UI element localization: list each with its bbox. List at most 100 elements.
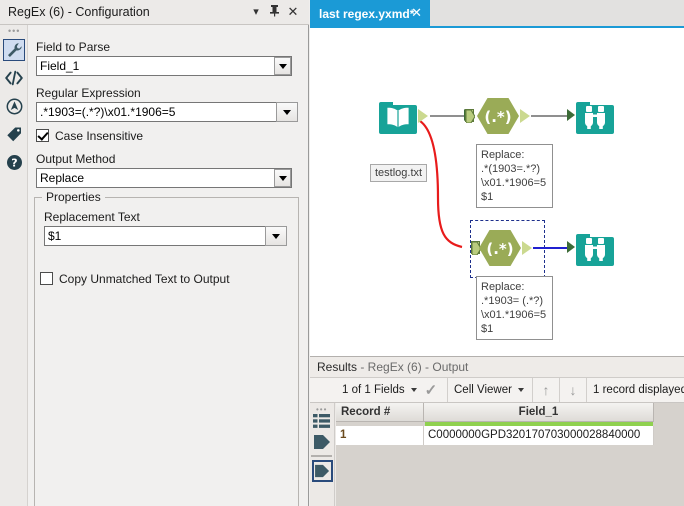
results-rail: •••	[310, 403, 335, 506]
replacement-text-dropdown-arrow[interactable]	[265, 226, 287, 246]
list-view-icon	[313, 414, 330, 428]
output-method-select[interactable]: Replace	[36, 168, 292, 188]
svg-text:?: ?	[11, 156, 17, 169]
chevron-down-icon	[278, 175, 287, 181]
results-title: Results - RegEx (6) - Output	[317, 360, 468, 374]
workspace-area: last regex.yxmd* ✕ testlog.txt (.*) Repl…	[310, 0, 684, 506]
rail-list-view[interactable]	[313, 413, 331, 432]
open-book-icon	[379, 102, 417, 134]
column-header-record[interactable]: Record #	[336, 403, 424, 422]
cell-record-number: 1	[336, 426, 424, 445]
config-icon-rail: ••• ?	[0, 25, 28, 506]
arrow-into-browse1	[567, 109, 575, 121]
properties-legend: Properties	[42, 190, 105, 204]
chevron-down-icon	[283, 109, 291, 115]
results-panel: Results - RegEx (6) - Output 1 of 1 Fiel…	[310, 356, 684, 506]
output-method-label: Output Method	[36, 152, 116, 166]
regular-expression-label: Regular Expression	[36, 86, 141, 100]
regular-expression-input[interactable]: .*1903=(.*?)\x01.*1906=5	[36, 102, 277, 122]
connection-regex1-to-browse1	[531, 115, 569, 117]
rail-input-anchor[interactable]	[314, 434, 331, 453]
connection-regex2-to-browse2	[533, 247, 569, 249]
tab-close-icon[interactable]: ✕	[411, 5, 422, 21]
check-icon[interactable]: ✓	[425, 381, 438, 399]
record-count-label: 1 record displayed	[593, 384, 684, 396]
help-icon: ?	[6, 154, 23, 171]
configuration-panel: RegEx (6) - Configuration ▾ ✕ ••• ? Fiel…	[0, 0, 309, 506]
regex1-input-anchor[interactable]	[465, 109, 476, 124]
output-method-dropdown-arrow[interactable]	[274, 169, 291, 187]
regex1-output-anchor[interactable]	[520, 109, 530, 123]
chevron-down-icon	[517, 388, 524, 392]
copy-unmatched-checkbox[interactable]	[40, 272, 53, 285]
svg-text:(.*): (.*)	[484, 108, 511, 126]
node-input-data[interactable]	[378, 96, 418, 136]
compass-icon	[6, 98, 23, 115]
wrench-icon	[6, 42, 23, 59]
rail-item-help[interactable]: ?	[3, 151, 25, 173]
case-insensitive-label: Case Insensitive	[55, 128, 144, 143]
input-data-output-anchor[interactable]	[418, 109, 428, 123]
replacement-text-input[interactable]: $1	[44, 226, 266, 246]
rail-item-wrench[interactable]	[3, 39, 25, 61]
drag-grip-icon: •••	[8, 26, 21, 36]
tag-icon	[6, 126, 23, 143]
rail-item-code[interactable]	[3, 67, 25, 89]
copy-unmatched-checkbox-row[interactable]: Copy Unmatched Text to Output	[40, 271, 230, 286]
scroll-down-button[interactable]: ↓	[560, 378, 587, 402]
annotation-regex-2: Replace: .*1903= (.*?) \x01.*1906=5 $1	[476, 276, 553, 340]
results-title-main: Results	[317, 360, 358, 374]
view-mode-selector[interactable]: Cell Viewer	[448, 378, 533, 402]
copy-unmatched-label: Copy Unmatched Text to Output	[59, 271, 230, 286]
regex2-output-anchor[interactable]	[522, 241, 532, 255]
alteryx-designer-window: RegEx (6) - Configuration ▾ ✕ ••• ? Fiel…	[0, 0, 684, 506]
chevron-down-icon[interactable]: ▾	[248, 4, 264, 20]
node-regex-2[interactable]: (.*)	[478, 228, 522, 268]
close-icon[interactable]: ✕	[285, 4, 301, 20]
field-to-parse-input[interactable]: Field_1	[36, 56, 292, 76]
code-icon	[5, 70, 23, 86]
results-title-detail: - RegEx (6) - Output	[357, 360, 469, 374]
cell-field1-value: C0000000GPD320170703000028840000	[424, 426, 654, 445]
tab-label: last regex.yxmd*	[319, 6, 415, 21]
column-header-field1[interactable]: Field_1	[424, 403, 654, 422]
binoculars-icon	[576, 102, 614, 134]
field-to-parse-label: Field to Parse	[36, 40, 111, 54]
rail-item-tag[interactable]	[3, 123, 25, 145]
fields-selector[interactable]: 1 of 1 Fields ✓	[336, 378, 448, 402]
workflow-tabstrip: last regex.yxmd* ✕	[310, 0, 684, 27]
node-input-data-label: testlog.txt	[370, 164, 428, 182]
node-browse-1[interactable]	[575, 96, 615, 136]
input-anchor-icon	[314, 435, 330, 449]
pin-glyph	[269, 5, 279, 17]
rail-output-anchor[interactable]	[312, 460, 333, 482]
svg-text:(.*): (.*)	[486, 240, 513, 258]
chevron-down-icon	[272, 233, 280, 239]
regex-hexagon-icon: (.*)	[479, 230, 521, 266]
tab-last-regex[interactable]: last regex.yxmd* ✕	[310, 0, 430, 27]
workflow-canvas[interactable]: testlog.txt (.*) Replace: .*(1903=.*?) \…	[310, 27, 684, 356]
regex-hexagon-icon: (.*)	[477, 98, 519, 134]
pin-icon[interactable]	[266, 4, 282, 20]
connection-input-to-regex1	[430, 115, 465, 117]
binoculars-icon	[576, 234, 614, 266]
results-toolbar: 1 of 1 Fields ✓ Cell Viewer ↑ ↓ 1 record…	[310, 378, 684, 403]
chevron-down-icon	[278, 63, 287, 69]
field-to-parse-dropdown-arrow[interactable]	[274, 57, 291, 75]
case-insensitive-checkbox-row[interactable]: Case Insensitive	[36, 128, 143, 143]
rail-item-compass[interactable]	[3, 95, 25, 117]
replacement-text-label: Replacement Text	[44, 210, 140, 224]
regular-expression-dropdown-arrow[interactable]	[276, 102, 298, 122]
output-anchor-icon	[315, 464, 330, 478]
configuration-title: RegEx (6) - Configuration	[8, 5, 150, 19]
view-mode-label: Cell Viewer	[454, 384, 512, 396]
scroll-up-button[interactable]: ↑	[533, 378, 560, 402]
case-insensitive-checkbox[interactable]	[36, 129, 49, 142]
node-regex-1[interactable]: (.*)	[476, 96, 520, 136]
rail-divider	[311, 455, 332, 457]
chevron-down-icon	[410, 388, 417, 392]
results-grid[interactable]: Record # Field_1 1 C0000000GPD3201707030…	[336, 403, 684, 506]
annotation-regex-1: Replace: .*(1903=.*?) \x01.*1906=5 $1	[476, 144, 553, 208]
fields-selector-label: 1 of 1 Fields	[342, 384, 405, 396]
node-browse-2[interactable]	[575, 228, 615, 268]
